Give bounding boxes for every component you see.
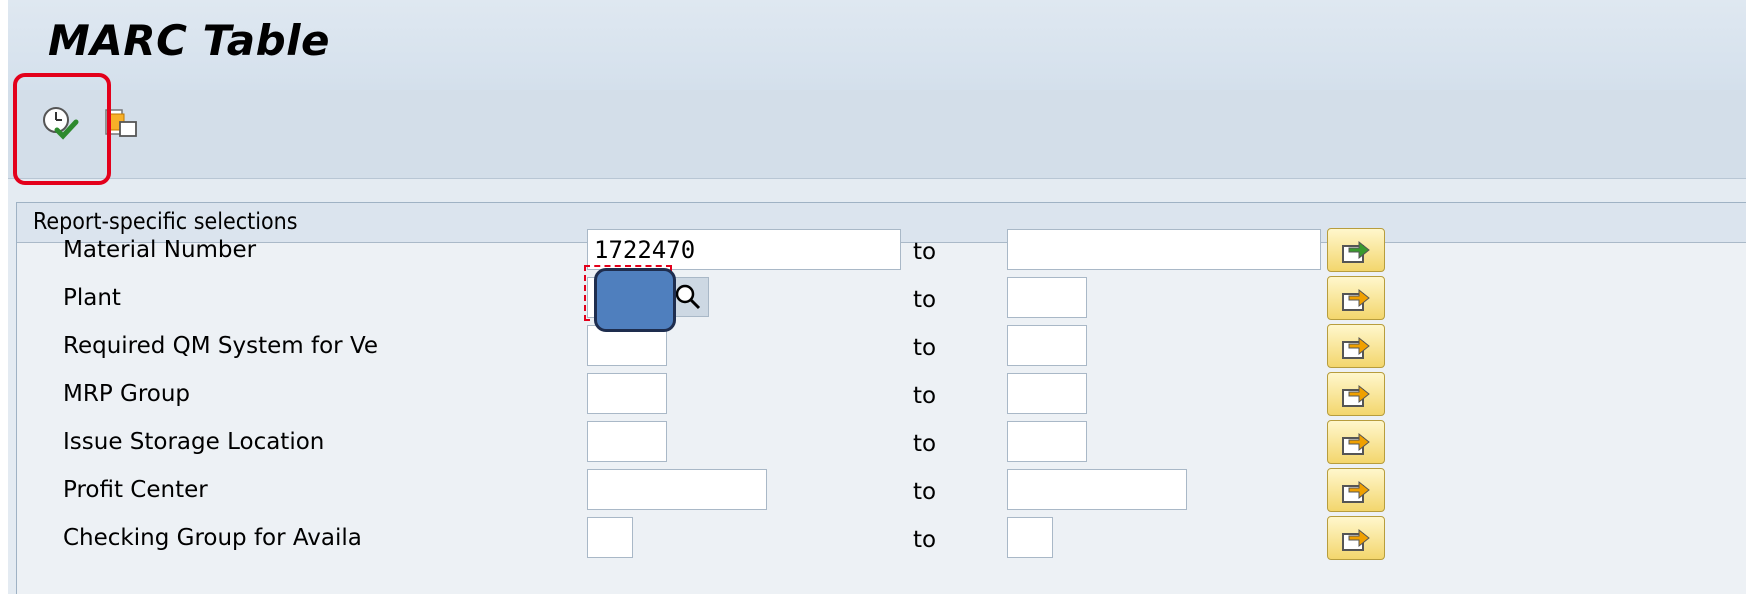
to-label: to [913, 479, 937, 505]
checking-group-high-input[interactable] [1007, 517, 1053, 558]
sap-screen: MARC Table Report-specific selections Ma… [8, 0, 1746, 594]
field-label: Plant [63, 285, 121, 311]
multiple-selection-button[interactable] [1327, 420, 1385, 464]
multiple-selection-button[interactable] [1327, 468, 1385, 512]
multiple-selection-button[interactable] [1327, 516, 1385, 560]
profit-center-high-input[interactable] [1007, 469, 1187, 510]
plant-redaction-overlay [594, 268, 676, 332]
mrp-group-low-input[interactable] [587, 373, 667, 414]
field-label: Issue Storage Location [63, 429, 325, 455]
selection-row-plant: Plant to [17, 275, 1746, 323]
plant-high-input[interactable] [1007, 277, 1087, 318]
multiple-selection-button[interactable] [1327, 324, 1385, 368]
report-selections-panel: Report-specific selections Material Numb… [16, 202, 1746, 594]
storage-location-low-input[interactable] [587, 421, 667, 462]
page-title: MARC Table [48, 16, 331, 65]
multiple-selection-arrow-icon [1342, 336, 1370, 359]
multiple-selection-arrow-icon [1342, 288, 1370, 311]
to-label: to [913, 239, 937, 265]
multiple-selection-button[interactable] [1327, 228, 1385, 272]
selection-row-mrp-group: MRP Group to [17, 371, 1746, 419]
storage-location-high-input[interactable] [1007, 421, 1087, 462]
application-toolbar [8, 90, 1746, 179]
selection-row-issue-storage-location: Issue Storage Location to [17, 419, 1746, 467]
title-bar: MARC Table [8, 0, 1746, 90]
field-label: Material Number [63, 237, 257, 263]
selection-row-checking-group: Checking Group for Availa to [17, 515, 1746, 563]
to-label: to [913, 431, 937, 457]
mrp-group-high-input[interactable] [1007, 373, 1087, 414]
execute-highlight-box [13, 73, 111, 185]
to-label: to [913, 527, 937, 553]
selection-row-material-number: Material Number to [17, 227, 1746, 275]
qm-system-high-input[interactable] [1007, 325, 1087, 366]
multiple-selection-button[interactable] [1327, 276, 1385, 320]
field-label: Checking Group for Availa [63, 525, 362, 551]
multiple-selection-arrow-icon [1342, 384, 1370, 407]
multiple-selection-arrow-icon [1342, 240, 1370, 263]
to-label: to [913, 335, 937, 361]
to-label: to [913, 383, 937, 409]
profit-center-low-input[interactable] [587, 469, 767, 510]
material-number-high-input[interactable] [1007, 229, 1321, 270]
material-number-low-input[interactable] [587, 229, 901, 270]
selection-row-profit-center: Profit Center to [17, 467, 1746, 515]
multiple-selection-button[interactable] [1327, 372, 1385, 416]
selection-row-qm-system: Required QM System for Ve to [17, 323, 1746, 371]
field-label: Profit Center [63, 477, 208, 503]
multiple-selection-arrow-icon [1342, 480, 1370, 503]
field-label: Required QM System for Ve [63, 333, 379, 359]
multiple-selection-arrow-icon [1342, 528, 1370, 551]
multiple-selection-arrow-icon [1342, 432, 1370, 455]
to-label: to [913, 287, 937, 313]
checking-group-low-input[interactable] [587, 517, 633, 558]
field-label: MRP Group [63, 381, 191, 407]
